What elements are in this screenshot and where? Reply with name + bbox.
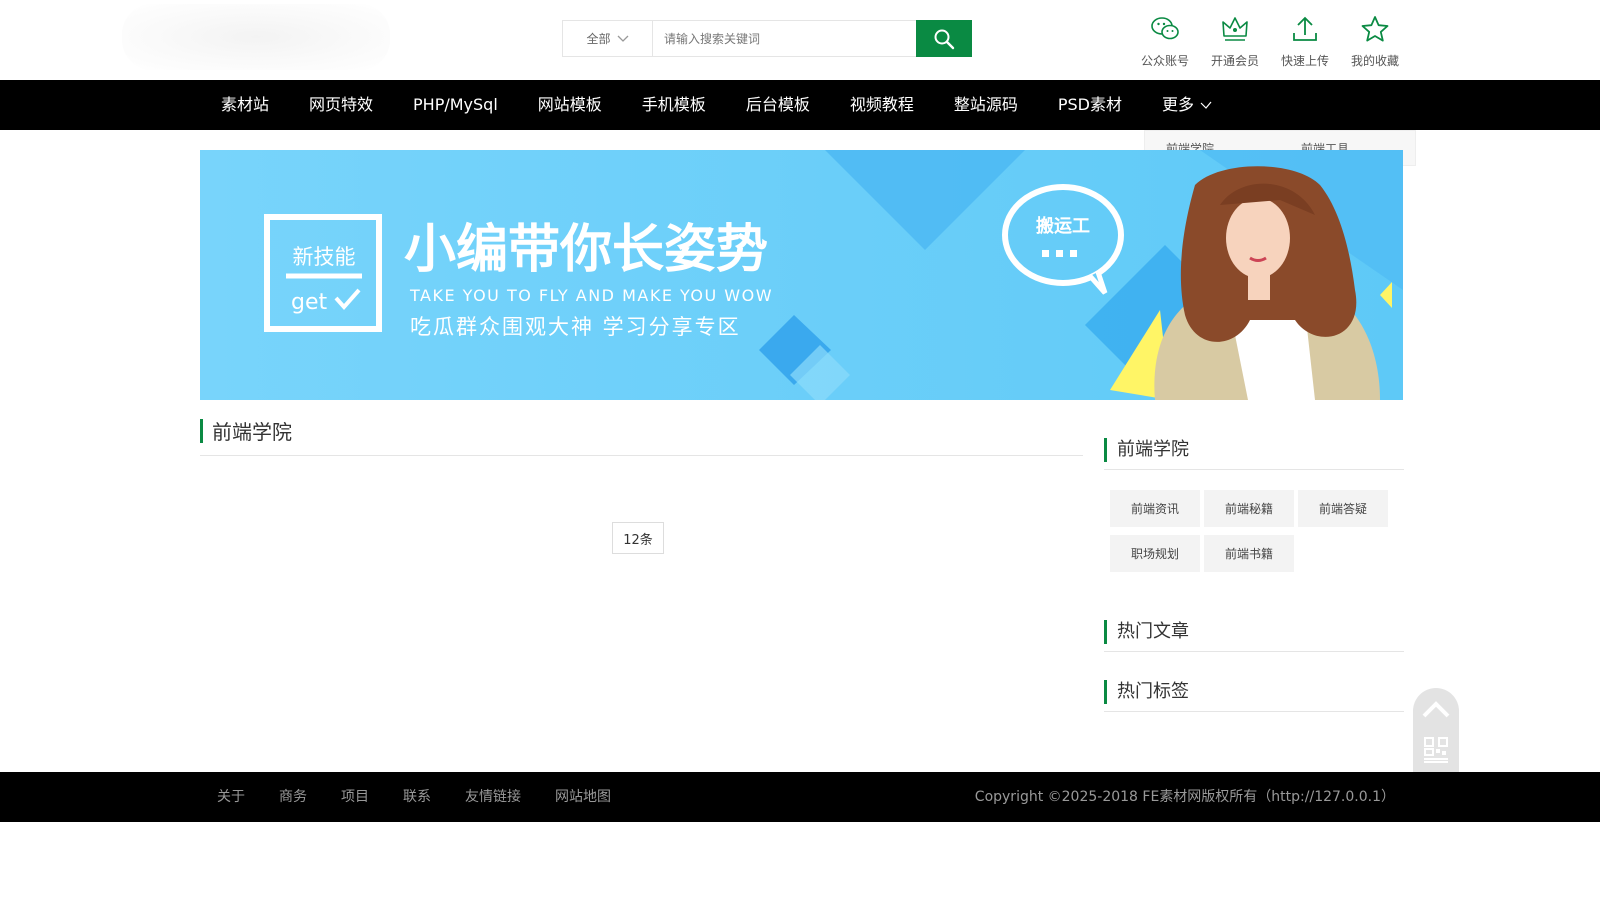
quick-upload-link[interactable]: 快速上传 bbox=[1270, 14, 1340, 69]
promo-banner[interactable]: 新技能 get 小编带你长姿势 TAKE YOU TO FLY AND MAKE… bbox=[200, 150, 1403, 400]
footer-link-contact[interactable]: 联系 bbox=[386, 772, 448, 822]
search-input[interactable] bbox=[654, 21, 916, 56]
search-button[interactable] bbox=[916, 20, 972, 57]
site-logo[interactable] bbox=[122, 4, 390, 70]
sidebar-category-title: 前端学院 bbox=[1104, 436, 1404, 470]
vip-membership-link[interactable]: 开通会员 bbox=[1200, 14, 1270, 69]
nav-menu: 素材站 网页特效 PHP/MySql 网站模板 手机模板 后台模板 视频教程 整… bbox=[201, 80, 1232, 130]
footer-link-projects[interactable]: 项目 bbox=[324, 772, 386, 822]
nav-item-psd[interactable]: PSD素材 bbox=[1038, 80, 1142, 130]
chevron-down-icon bbox=[1200, 101, 1212, 109]
search-category-select[interactable]: 全部 bbox=[563, 21, 653, 56]
hot-tags-title-text: 热门标签 bbox=[1117, 681, 1189, 702]
tag-frontend-qa[interactable]: 前端答疑 bbox=[1298, 490, 1388, 527]
quick-upload-label: 快速上传 bbox=[1280, 54, 1329, 68]
nav-item-web-effects[interactable]: 网页特效 bbox=[289, 80, 393, 130]
crown-icon bbox=[1222, 17, 1248, 41]
nav-item-php-mysql[interactable]: PHP/MySql bbox=[393, 80, 518, 130]
footer-link-about[interactable]: 关于 bbox=[200, 772, 262, 822]
wechat-icon bbox=[1151, 17, 1179, 40]
star-icon bbox=[1361, 16, 1389, 42]
main-nav: 素材站 网页特效 PHP/MySql 网站模板 手机模板 后台模板 视频教程 整… bbox=[0, 80, 1600, 201]
tag-frontend-books[interactable]: 前端书籍 bbox=[1204, 535, 1294, 572]
header-quick-links: 公众账号 开通会员 快速上传 我的收藏 bbox=[1130, 14, 1410, 69]
title-accent-bar bbox=[1104, 620, 1107, 644]
banner-badge-line1: 新技能 bbox=[293, 245, 356, 269]
footer-link-sitemap[interactable]: 网站地图 bbox=[538, 772, 628, 822]
nav-item-site-templates[interactable]: 网站模板 bbox=[518, 80, 622, 130]
footer-links: 关于 商务 项目 联系 友情链接 网站地图 bbox=[200, 772, 628, 822]
nav-item-video-tutorials[interactable]: 视频教程 bbox=[830, 80, 934, 130]
nav-item-more[interactable]: 更多 bbox=[1142, 80, 1232, 130]
wechat-account-label: 公众账号 bbox=[1140, 54, 1189, 68]
title-accent-bar bbox=[1104, 680, 1107, 704]
back-to-top-button[interactable] bbox=[1413, 688, 1459, 729]
nav-item-materials[interactable]: 素材站 bbox=[201, 80, 289, 130]
banner-badge-line2: get bbox=[291, 290, 328, 315]
category-tag-list: 前端资讯 前端秘籍 前端答疑 职场规划 前端书籍 bbox=[1110, 490, 1390, 572]
nav-item-mobile-templates[interactable]: 手机模板 bbox=[622, 80, 726, 130]
title-accent-bar bbox=[1104, 438, 1107, 462]
sidebar-hot-tags-title: 热门标签 bbox=[1104, 678, 1404, 712]
search-bar: 全部 bbox=[562, 20, 972, 57]
main-section-title: 前端学院 bbox=[200, 418, 1083, 456]
banner-headline: 小编带你长姿势 bbox=[404, 220, 768, 280]
footer-link-business[interactable]: 商务 bbox=[262, 772, 324, 822]
sidebar-category-title-text: 前端学院 bbox=[1117, 439, 1189, 460]
my-favorites-label: 我的收藏 bbox=[1350, 54, 1399, 68]
banner-subtitle-en: TAKE YOU TO FLY AND MAKE YOU WOW bbox=[409, 286, 773, 305]
chevron-up-icon bbox=[1422, 700, 1450, 717]
copyright-text: Copyright ©2025-2018 FE素材网版权所有（http://12… bbox=[974, 789, 1395, 805]
main-title-text: 前端学院 bbox=[212, 420, 292, 444]
banner-bubble-text: 搬运工 bbox=[1036, 215, 1090, 237]
banner-artwork: 新技能 get 小编带你长姿势 TAKE YOU TO FLY AND MAKE… bbox=[200, 150, 1403, 400]
chevron-down-icon bbox=[617, 35, 628, 42]
site-header: 全部 公众账号 开通会员 快速上传 我的收藏 bbox=[0, 0, 1600, 80]
pagination-count[interactable]: 12条 bbox=[612, 522, 664, 554]
tag-frontend-news[interactable]: 前端资讯 bbox=[1110, 490, 1200, 527]
site-footer: 关于 商务 项目 联系 友情链接 网站地图 Copyright ©2025-20… bbox=[0, 772, 1600, 822]
qr-code-icon bbox=[1424, 736, 1448, 763]
my-favorites-link[interactable]: 我的收藏 bbox=[1340, 14, 1410, 69]
upload-icon bbox=[1293, 16, 1317, 41]
banner-subtitle-cn: 吃瓜群众围观大神 学习分享专区 bbox=[410, 315, 741, 339]
hot-articles-title-text: 热门文章 bbox=[1117, 621, 1189, 642]
nav-item-site-source[interactable]: 整站源码 bbox=[934, 80, 1038, 130]
wechat-account-link[interactable]: 公众账号 bbox=[1130, 14, 1200, 69]
qr-code-button[interactable] bbox=[1413, 729, 1459, 770]
title-accent-bar bbox=[200, 419, 203, 443]
nav-more-label: 更多 bbox=[1162, 95, 1195, 114]
sidebar-hot-articles-title: 热门文章 bbox=[1104, 618, 1404, 652]
nav-item-admin-templates[interactable]: 后台模板 bbox=[726, 80, 830, 130]
footer-link-friend-links[interactable]: 友情链接 bbox=[448, 772, 538, 822]
vip-membership-label: 开通会员 bbox=[1210, 54, 1259, 68]
search-category-label: 全部 bbox=[586, 32, 611, 46]
tag-career-planning[interactable]: 职场规划 bbox=[1110, 535, 1200, 572]
tag-frontend-secrets[interactable]: 前端秘籍 bbox=[1204, 490, 1294, 527]
search-icon bbox=[934, 29, 955, 49]
